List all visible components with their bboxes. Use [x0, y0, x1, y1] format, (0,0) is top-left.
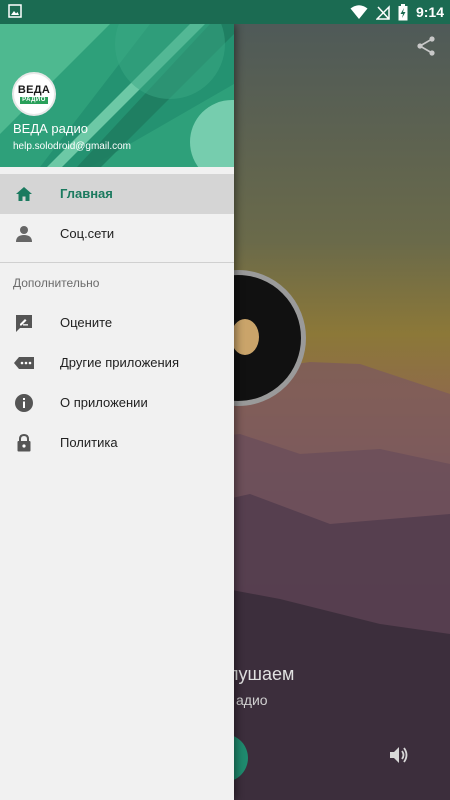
- section-header: Дополнительно: [0, 263, 234, 303]
- extra-menu: Оцените Другие приложения О приложении П…: [0, 303, 234, 463]
- wifi-icon: [350, 5, 368, 19]
- no-signal-icon: [375, 5, 390, 20]
- image-notification-icon: [8, 4, 22, 18]
- lock-icon: [17, 433, 31, 452]
- menu-item-label: Политика: [60, 435, 118, 450]
- menu-item-rate[interactable]: Оцените: [0, 303, 234, 343]
- menu-item-social[interactable]: Соц.сети: [0, 214, 234, 254]
- menu-item-label: Оцените: [60, 315, 113, 330]
- menu-item-more-apps[interactable]: Другие приложения: [0, 343, 234, 383]
- home-icon: [16, 187, 32, 201]
- menu-item-label: Другие приложения: [60, 355, 179, 370]
- more-apps-icon: [14, 357, 34, 369]
- logo-text: ВЕДА: [17, 83, 51, 96]
- rate-icon: [16, 315, 32, 332]
- menu-item-home[interactable]: Главная: [0, 174, 234, 214]
- status-bar: 9:14: [0, 0, 450, 24]
- menu-item-label: Главная: [60, 186, 113, 201]
- volume-icon[interactable]: [388, 744, 410, 766]
- person-icon: [16, 226, 32, 242]
- menu-item-policy[interactable]: Политика: [0, 423, 234, 463]
- navigation-drawer: ВЕДА РАДИО ВЕДА радио help.solodroid@gma…: [0, 24, 234, 800]
- menu-item-about[interactable]: О приложении: [0, 383, 234, 423]
- vinyl-label: [231, 319, 259, 355]
- now-playing-title: лушаем: [228, 664, 295, 684]
- logo-subtext: РАДИО: [20, 96, 48, 104]
- app-logo: ВЕДА РАДИО: [12, 72, 56, 116]
- share-icon[interactable]: [414, 34, 438, 58]
- now-playing-subtitle: адио: [236, 692, 268, 708]
- info-icon: [15, 394, 33, 412]
- menu-item-label: О приложении: [60, 395, 148, 410]
- section-header-label: Дополнительно: [13, 276, 100, 290]
- drawer-header: ВЕДА РАДИО ВЕДА радио help.solodroid@gma…: [0, 24, 234, 167]
- battery-charging-icon: [398, 3, 408, 20]
- main-menu: Главная Соц.сети: [0, 174, 234, 254]
- menu-item-label: Соц.сети: [60, 226, 115, 241]
- app-email: help.solodroid@gmail.com: [13, 141, 131, 152]
- status-time: 9:14: [415, 4, 444, 20]
- app-name: ВЕДА радио: [13, 121, 88, 136]
